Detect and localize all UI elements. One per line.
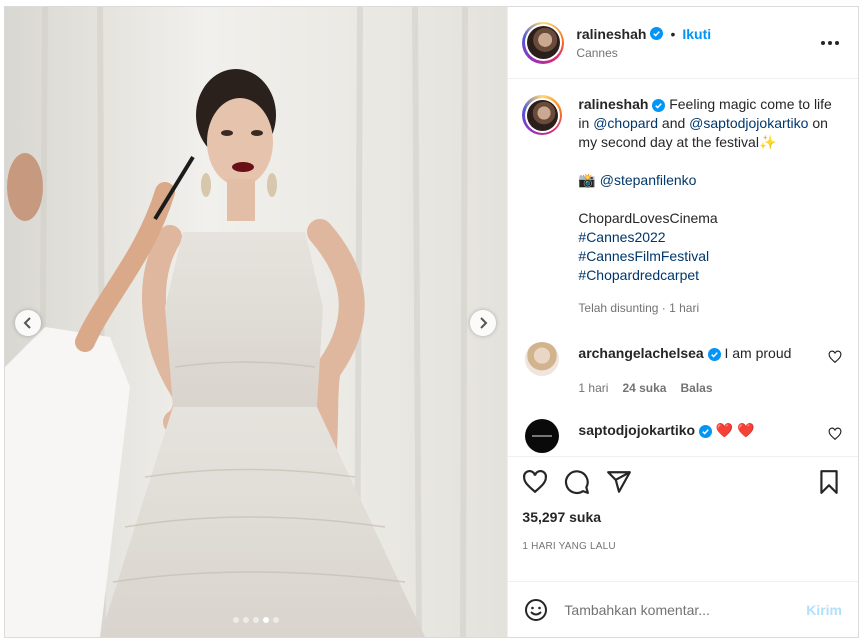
carousel-prev-button[interactable]	[15, 310, 41, 336]
comment-text: I am proud	[724, 345, 792, 361]
comment-icon[interactable]	[564, 469, 590, 495]
hashtag-link[interactable]: #Chopardredcarpet	[578, 267, 699, 283]
carousel-dot	[253, 617, 260, 623]
post-side-panel: ralineshah • Ikuti Cannes ralineshah Fee…	[507, 7, 858, 637]
hashtag-link[interactable]: #Cannes2022	[578, 229, 665, 245]
post-photo	[5, 7, 508, 637]
caption-username[interactable]: ralineshah	[578, 96, 648, 112]
carousel-next-button[interactable]	[470, 310, 496, 336]
verified-badge-icon	[652, 98, 666, 112]
verified-badge-icon	[650, 27, 664, 40]
reply-button[interactable]: Balas	[680, 381, 712, 395]
comment-text: ❤️ ❤️	[715, 422, 755, 438]
caption-text: and	[661, 115, 686, 131]
comment-time[interactable]: 1 hari	[578, 381, 608, 395]
more-horizontal-icon	[821, 40, 839, 45]
heart-icon[interactable]	[522, 469, 548, 495]
heart-icon[interactable]	[828, 427, 842, 441]
caption-tag-text: ChopardLovesCinema	[578, 210, 718, 226]
carousel-dot	[273, 617, 280, 623]
post-dialog: ralineshah • Ikuti Cannes ralineshah Fee…	[4, 6, 859, 638]
post-timestamp[interactable]: 1 hari yang lalu	[522, 541, 842, 552]
verified-badge-icon	[707, 347, 721, 361]
author-avatar[interactable]	[522, 21, 565, 64]
post-location[interactable]: Cannes	[576, 46, 818, 60]
heart-icon[interactable]	[828, 350, 842, 364]
sparkle-emoji: ✨	[758, 134, 777, 150]
post-caption: ralineshah Feeling magic come to life in…	[522, 95, 842, 318]
hashtag-link[interactable]: #CannesFilmFestival	[578, 248, 709, 264]
camera-emoji: 📸	[578, 172, 596, 188]
commenter-username[interactable]: archangelachelsea	[578, 345, 703, 361]
chevron-right-icon	[480, 317, 488, 329]
add-comment-bar: Kirim	[508, 581, 858, 637]
commenter-avatar[interactable]	[525, 419, 560, 453]
post-media[interactable]	[5, 7, 508, 637]
mention-link[interactable]: @stepanfilenko	[600, 172, 697, 188]
more-options-button[interactable]	[818, 31, 842, 55]
carousel-indicator	[5, 617, 507, 623]
post-comment-button[interactable]: Kirim	[806, 602, 842, 618]
post-header: ralineshah • Ikuti Cannes	[508, 7, 858, 79]
comments-list[interactable]: ralineshah Feeling magic come to life in…	[508, 79, 858, 456]
caption-meta: Telah disunting · 1 hari	[578, 301, 700, 315]
mention-link[interactable]: @chopard	[593, 115, 658, 131]
carousel-dot	[233, 617, 240, 623]
chevron-left-icon	[23, 317, 31, 329]
comment-item: archangelachelsea I am proud 1 hari 24 s…	[522, 342, 842, 395]
paper-plane-icon[interactable]	[606, 469, 632, 495]
follow-button[interactable]: Ikuti	[682, 26, 711, 42]
mention-link[interactable]: @saptodjojokartiko	[689, 115, 808, 131]
separator-dot: •	[670, 25, 676, 42]
smiley-icon[interactable]	[524, 598, 548, 622]
like-count[interactable]: 35,297 suka	[522, 509, 842, 525]
carousel-dot	[263, 617, 270, 623]
comment-item: saptodjojokartiko ❤️ ❤️	[522, 419, 842, 453]
commenter-username[interactable]: saptodjojokartiko	[578, 422, 695, 438]
comment-input[interactable]	[564, 601, 807, 618]
post-actions: 35,297 suka 1 hari yang lalu	[508, 456, 858, 581]
author-username[interactable]: ralineshah	[576, 26, 646, 42]
carousel-dot	[243, 617, 250, 623]
comment-likes[interactable]: 24 suka	[622, 381, 666, 395]
caption-avatar[interactable]	[522, 95, 563, 135]
verified-badge-icon	[698, 424, 712, 438]
commenter-avatar[interactable]	[525, 342, 560, 376]
bookmark-icon[interactable]	[816, 469, 842, 495]
